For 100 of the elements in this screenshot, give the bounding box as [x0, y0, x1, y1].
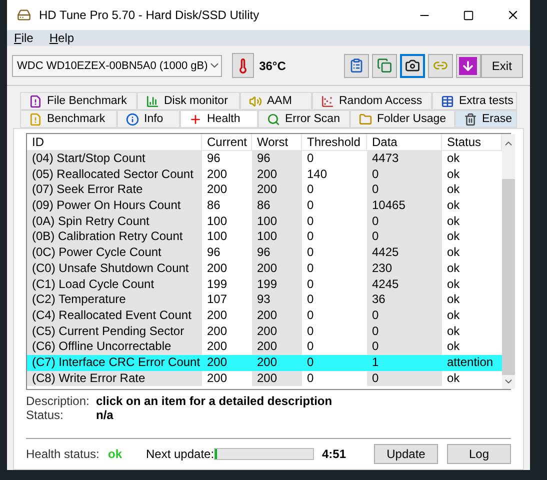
table-cell-text: 107: [206, 292, 228, 308]
field-label: Status:: [26, 408, 64, 424]
table-cell: 0: [367, 324, 442, 340]
table-cell: 36: [367, 292, 442, 308]
table-cell: 10465: [367, 198, 442, 214]
table-row[interactable]: (C8) Write Error Rate 200 200 0 0 ok: [27, 370, 502, 386]
document-icon: [29, 94, 42, 108]
table-cell-text: ok: [446, 166, 461, 182]
table-cell-text: ok: [446, 245, 461, 261]
table-cell: (C2) Temperature: [27, 292, 202, 308]
tab[interactable]: Info: [117, 110, 180, 128]
table-row[interactable]: (C4) Reallocated Event Count 200 200 0 0 ok: [27, 308, 502, 324]
tab[interactable]: Folder Usage: [350, 110, 455, 128]
tab[interactable]: Extra tests: [432, 92, 517, 110]
temperature-reading: 36°C: [259, 58, 286, 74]
table-cell-text: 200: [206, 260, 228, 276]
column-header[interactable]: Data: [367, 134, 442, 150]
table-row[interactable]: (0B) Calibration Retry Count 100 100 0 0 ok: [27, 229, 502, 246]
table-row[interactable]: (C7) Interface CRC Error Count 200 200 0 1 attention: [27, 354, 502, 371]
table-cell-text: 0: [306, 260, 315, 276]
tab[interactable]: File Benchmark: [20, 92, 137, 110]
toolbar-button[interactable]: [400, 54, 425, 78]
table-cell: 200: [252, 260, 302, 276]
column-header[interactable]: ID: [27, 134, 202, 150]
table-cell-text: 96: [206, 151, 222, 167]
drive-dropdown[interactable]: WDC WD10EZEX-00BN5A0 (1000 gB): [12, 54, 222, 76]
scrollbar[interactable]: [502, 134, 515, 389]
column-header[interactable]: Threshold: [302, 134, 367, 150]
table-cell-text: ok: [446, 370, 461, 386]
table-cell: 0: [367, 182, 442, 198]
table-cell: 200: [252, 370, 302, 386]
tab[interactable]: Erase: [455, 110, 517, 128]
table-cell-text: 200: [206, 308, 228, 324]
table-cell: 0: [367, 214, 442, 230]
table-cell: (C1) Load Cycle Count: [27, 276, 202, 292]
table-row[interactable]: (07) Seek Error Rate 200 200 0 0 ok: [27, 182, 502, 198]
table-cell: 200: [252, 324, 302, 340]
table-cell: 199: [252, 276, 302, 292]
table-cell: (09) Power On Hours Count: [27, 198, 202, 214]
window-title: HD Tune Pro 5.70 - Hard Disk/SSD Utility: [39, 7, 260, 24]
table-cell-text: ok: [446, 292, 461, 308]
speaker-icon: [249, 94, 262, 108]
table-row[interactable]: (04) Start/Stop Count 96 96 0 4473 ok: [27, 151, 502, 167]
maximize-icon[interactable]: [463, 10, 474, 20]
table-cell-text: ok: [446, 308, 461, 324]
table-cell-text: 100: [206, 214, 228, 230]
table-row[interactable]: (C5) Current Pending Sector 200 200 0 0 ok: [27, 324, 502, 340]
info-icon: [126, 112, 139, 126]
tab[interactable]: Disk monitor: [137, 92, 240, 110]
table-cell-text: 0: [306, 214, 315, 230]
table-cell: (04) Start/Stop Count: [27, 151, 202, 167]
menu-item[interactable]: Help: [49, 29, 74, 47]
table-cell: 96: [252, 151, 302, 167]
table-cell-text: ok: [446, 182, 461, 198]
bar-chart-icon: [146, 94, 159, 108]
table-row[interactable]: (0A) Spin Retry Count 100 100 0 0 ok: [27, 214, 502, 230]
exit-button[interactable]: Exit: [480, 54, 523, 78]
clipboard-icon: [348, 58, 364, 73]
table-row[interactable]: (C0) Unsafe Shutdown Count 200 200 0 230 ok: [27, 260, 502, 276]
action-button[interactable]: Log: [447, 444, 511, 464]
temperature-button[interactable]: [232, 53, 254, 78]
table-cell-text: ok: [446, 276, 461, 292]
table-row[interactable]: (09) Power On Hours Count 86 86 0 10465 ok: [27, 198, 502, 214]
table-cell: 86: [252, 198, 302, 214]
tab[interactable]: Error Scan: [258, 110, 350, 128]
countdown-timer: 4:51: [322, 446, 348, 462]
table-cell: (C5) Current Pending Sector: [27, 324, 202, 340]
table-cell-text: 0: [306, 324, 315, 340]
next-update-label: Next update:: [146, 446, 214, 462]
table-cell: 200: [252, 339, 302, 355]
table-cell: 200: [252, 166, 302, 182]
table-cell: (C8) Write Error Rate: [27, 370, 202, 386]
tab[interactable]: AAM: [240, 92, 312, 110]
folder-icon: [359, 112, 372, 126]
action-button[interactable]: Update: [374, 444, 438, 464]
menu-item[interactable]: File: [14, 29, 34, 47]
table-cell-text: 0: [306, 354, 315, 371]
magnifier-icon: [267, 112, 280, 126]
column-header[interactable]: Current: [202, 134, 252, 150]
table-cell: (07) Seek Error Rate: [27, 182, 202, 198]
table-row[interactable]: (C2) Temperature 107 93 0 36 ok: [27, 292, 502, 308]
table-row[interactable]: (05) Reallocated Sector Count 200 200 140 0 ok: [27, 166, 502, 182]
table-cell-text: 200: [206, 354, 228, 371]
field-value: n/a: [96, 407, 114, 424]
table-cell: 0: [367, 370, 442, 386]
table-row[interactable]: (C1) Load Cycle Count 199 199 0 4245 ok: [27, 276, 502, 292]
table-cell: (C0) Unsafe Shutdown Count: [27, 260, 202, 276]
table-cell-text: 200: [256, 354, 278, 371]
field-value: click on an item for a detailed description: [96, 393, 332, 410]
tab[interactable]: Random Access: [312, 92, 432, 110]
tab[interactable]: Benchmark: [20, 110, 117, 128]
table-cell-text: 0: [306, 198, 315, 214]
table-cell-text: ok: [446, 198, 461, 214]
table-row[interactable]: (0C) Power Cycle Count 96 96 0 4425 ok: [27, 245, 502, 261]
health-status-value: ok: [108, 446, 124, 462]
close-icon[interactable]: [506, 8, 520, 22]
table-row[interactable]: (C6) Offline Uncorrectable 200 200 0 0 ok: [27, 339, 502, 355]
tab[interactable]: Health: [180, 110, 258, 128]
health-status-label: Health status:: [26, 446, 100, 462]
column-header[interactable]: Worst: [252, 134, 302, 150]
